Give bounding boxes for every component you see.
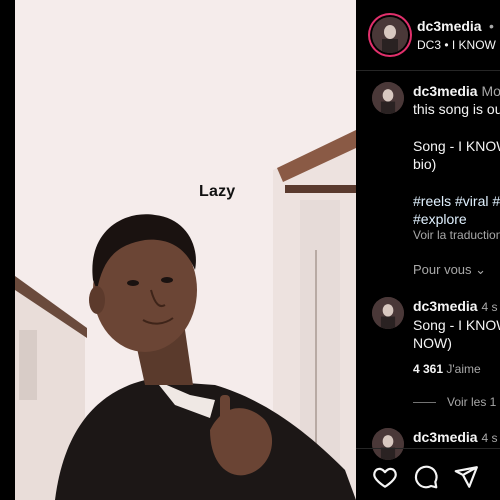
reel-text-overlay: Lazy — [199, 183, 236, 200]
caption-avatar[interactable] — [372, 82, 404, 114]
comment-username[interactable]: dc3media — [413, 429, 478, 445]
reel-media[interactable]: Lazy — [15, 0, 356, 500]
caption-line-3: bio) — [413, 156, 437, 172]
post-header: dc3media • DC3 • I KNOW — [356, 0, 500, 71]
see-translation-link[interactable]: Voir la traduction — [413, 228, 500, 242]
comment-avatar[interactable] — [372, 297, 404, 329]
comment-time: 4 s — [481, 300, 498, 314]
comment-time: 4 s — [481, 431, 498, 445]
avatar-image — [372, 297, 404, 329]
comment-username[interactable]: dc3media — [413, 298, 478, 314]
author-username[interactable]: dc3media — [417, 18, 482, 34]
share-icon[interactable] — [453, 464, 479, 490]
caption-meta: Mo — [481, 83, 500, 99]
header-separator: • — [489, 18, 494, 34]
comment-header: dc3media 4 s — [413, 297, 498, 316]
for-you-label[interactable]: Pour vous ⌄ — [413, 262, 486, 278]
caption-line-2: Song - I KNOW — [413, 138, 500, 154]
heart-icon[interactable] — [372, 464, 398, 490]
comment-line-1: Song - I KNOW — [413, 317, 500, 333]
reel-photo — [15, 0, 356, 500]
replies-divider — [413, 402, 436, 403]
caption-hashtags-1[interactable]: #reels #viral # — [413, 192, 500, 210]
likes-count: 4 361 — [413, 362, 444, 376]
author-avatar[interactable] — [372, 17, 408, 53]
post-panel: dc3media • DC3 • I KNOW dc3media Mo this… — [356, 0, 500, 500]
avatar-image — [372, 17, 408, 53]
comment-likes[interactable]: 4 361 J'aime — [413, 362, 481, 376]
comment-line-2: NOW) — [413, 335, 452, 351]
action-bar — [356, 448, 500, 500]
comment-icon[interactable] — [413, 464, 439, 490]
caption-username[interactable]: dc3media Mo — [413, 82, 500, 100]
caption-username-text[interactable]: dc3media — [413, 83, 478, 99]
avatar-image — [372, 82, 404, 114]
left-margin — [0, 0, 15, 500]
comment-header: dc3media 4 s — [413, 428, 498, 447]
likes-label: J'aime — [446, 362, 481, 376]
view-replies-link[interactable]: Voir les 1 — [447, 395, 496, 409]
caption-line-1: this song is ou — [413, 101, 500, 117]
caption-hashtags-2[interactable]: #explore — [413, 210, 467, 228]
audio-subtitle[interactable]: DC3 • I KNOW — [417, 38, 496, 52]
